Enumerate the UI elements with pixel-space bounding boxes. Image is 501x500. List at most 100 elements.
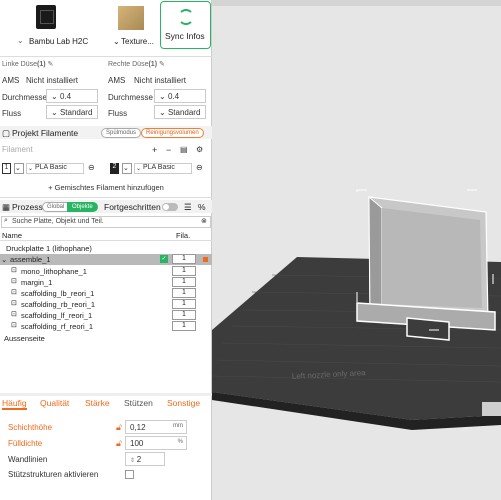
part-row[interactable]: ⊡ scaffolding_rf_reori_1 1 <box>0 321 212 332</box>
part-name: scaffolding_lb_reori_1 <box>21 289 95 298</box>
filament-cell[interactable]: 1 <box>172 277 196 287</box>
chevron-down-icon: ⌄ <box>136 166 142 172</box>
right-diameter-select[interactable]: ⌄ 0.4 <box>154 89 206 103</box>
chevron-down-icon: ⌄ <box>1 255 8 264</box>
left-diameter-select[interactable]: ⌄ 0.4 <box>46 89 98 103</box>
right-flow-select[interactable]: ⌄ Standard <box>154 105 206 119</box>
objects-toggle[interactable]: Objekte <box>67 202 98 212</box>
right-nozzle-header: Rechte Düse(1) ✎ <box>108 61 165 68</box>
cleaning-volume-button[interactable]: Reinigungsvolumen <box>141 128 204 138</box>
part-name: margin_1 <box>21 278 53 287</box>
chevron-down-icon: ⌄ <box>113 37 120 46</box>
modified-indicator <box>203 257 208 262</box>
filament-cell[interactable]: 1 <box>172 254 196 264</box>
tab-haeufig[interactable]: Häufig <box>2 398 27 410</box>
unlock-icon[interactable]: 🔓︎ <box>116 422 122 433</box>
tree-header: Name Fila. <box>0 230 212 241</box>
filament-slot-1[interactable]: 1 ⌄ PLA Basic ⌄ ⊖ <box>0 163 105 177</box>
walls-label: Wandlinien <box>8 455 48 464</box>
add-mixed-filament-button[interactable]: + Gemischtes Filament hinzufügen <box>0 183 212 195</box>
global-toggle[interactable]: Global <box>42 202 70 212</box>
process-icon: ▦ <box>2 202 11 212</box>
printer-selector[interactable]: ⌄ Bambu Lab H2C <box>0 0 108 56</box>
tab-qualitaet[interactable]: Qualität <box>40 398 69 408</box>
section-title: Prozess <box>12 202 43 212</box>
filament-select[interactable]: PLA Basic <box>26 163 84 174</box>
tab-staerke[interactable]: Stärke <box>85 398 110 408</box>
ams-label: AMS <box>2 76 20 85</box>
plate-selector[interactable]: ⌄ Texture... <box>108 0 162 56</box>
column-name: Name <box>2 231 23 240</box>
advanced-switch[interactable] <box>162 203 178 211</box>
percent-icon[interactable]: % <box>198 202 206 212</box>
ams-label: AMS <box>108 76 126 85</box>
part-row[interactable]: ⊡ scaffolding_lf_reori_1 1 <box>0 310 212 321</box>
advanced-label: Fortgeschritten <box>104 202 161 212</box>
support-checkbox[interactable] <box>125 470 134 479</box>
part-name: scaffolding_rb_reori_1 <box>21 300 96 309</box>
printer-icon <box>36 5 56 29</box>
infill-input[interactable]: 100% <box>125 436 187 450</box>
check-icon[interactable]: ✓ <box>160 255 168 263</box>
part-row[interactable]: ⊡ margin_1 1 <box>0 277 212 288</box>
filament-cell[interactable]: 1 <box>172 321 196 331</box>
part-icon: ⊡ <box>11 311 17 318</box>
filament-cell[interactable]: 1 <box>172 299 196 309</box>
sync-infos-button[interactable]: Sync Infos <box>160 1 211 49</box>
filament-cell[interactable]: 1 <box>172 266 196 276</box>
clear-icon[interactable]: ⊗ <box>201 217 207 225</box>
add-icon[interactable]: + <box>152 145 157 155</box>
search-input[interactable]: Suche Platte, Objekt und Teil. <box>12 218 104 225</box>
filament-number: 1 <box>2 163 11 174</box>
edit-icon: ✎ <box>158 61 165 68</box>
printer-name: Bambu Lab H2C <box>29 37 89 46</box>
filaments-section-header: ▢ Projekt Filamente Spülmodus Reinigungs… <box>0 126 212 139</box>
tab-sonstige[interactable]: Sonstige <box>167 398 200 408</box>
list-icon[interactable]: ☰ <box>184 202 192 213</box>
filament-slot-2[interactable]: 2 ⌄ PLA Basic ⌄ ⊖ <box>108 163 213 177</box>
flush-mode-button[interactable]: Spülmodus <box>101 128 142 138</box>
chevron-down-icon: ⌄ <box>14 163 24 174</box>
part-row[interactable]: ⊡ scaffolding_lb_reori_1 1 <box>0 288 212 299</box>
plate-row[interactable]: Druckplatte 1 (lithophane) <box>0 243 212 254</box>
infill-label: Fülldichte <box>8 439 43 448</box>
gear-icon[interactable]: ⚙ <box>196 145 203 154</box>
left-flow-select[interactable]: ⌄ Standard <box>46 105 98 119</box>
3d-viewport[interactable]: Left nozzle only area <box>212 0 501 500</box>
part-name: mono_lithophane_1 <box>21 267 87 276</box>
filament-toolbar: Filament + − ▤ ⚙ <box>0 145 212 157</box>
edit-icon[interactable]: ▤ <box>180 145 188 154</box>
filament-select[interactable]: PLA Basic <box>134 163 192 174</box>
assemble-row[interactable]: ⌄ assemble_1 ✓ 1 <box>0 254 212 265</box>
section-title: Projekt Filamente <box>12 128 79 138</box>
unlock-icon[interactable]: 🔓︎ <box>116 438 122 449</box>
build-plate-scene[interactable]: Left nozzle only area <box>212 0 501 500</box>
diameter-label: Durchmesse <box>2 93 47 102</box>
walls-stepper[interactable]: ⇕ 2 <box>125 452 165 466</box>
tab-stuetzen[interactable]: Stützen <box>124 398 153 408</box>
part-name: scaffolding_rf_reori_1 <box>21 322 93 331</box>
remove-icon[interactable]: − <box>166 145 171 155</box>
remove-circle-icon[interactable]: ⊖ <box>88 163 95 172</box>
chevron-down-icon: ⌄ <box>28 166 34 172</box>
bed-corner <box>482 402 501 416</box>
right-nozzle-panel: Rechte Düse(1) ✎ AMS Nicht installiert D… <box>106 58 210 122</box>
filament-icon: ▢ <box>2 128 11 138</box>
ams-value: Nicht installiert <box>134 76 187 85</box>
layer-height-input[interactable]: 0,12 mm <box>125 420 187 434</box>
outer-row[interactable]: Aussenseite <box>0 333 212 344</box>
filament-cell[interactable]: 1 <box>172 288 196 298</box>
part-row[interactable]: ⊡ mono_lithophane_1 1 <box>0 266 212 277</box>
chevron-down-icon: ⌄ <box>17 36 24 45</box>
filament-number: 2 <box>110 163 119 174</box>
part-row[interactable]: ⊡ scaffolding_rb_reori_1 1 <box>0 299 212 310</box>
part-icon: ⊡ <box>11 267 17 274</box>
search-box[interactable]: ⌕ Suche Platte, Objekt und Teil. ⊗ <box>1 216 211 228</box>
flow-label: Fluss <box>2 109 22 118</box>
process-section-header: ▦ Prozess Global Objekte Fortgeschritten… <box>0 200 212 213</box>
model-object[interactable] <box>356 189 496 341</box>
filament-cell[interactable]: 1 <box>172 310 196 320</box>
search-icon: ⌕ <box>4 217 8 224</box>
remove-circle-icon[interactable]: ⊖ <box>196 163 203 172</box>
column-fila: Fila. <box>176 231 191 240</box>
